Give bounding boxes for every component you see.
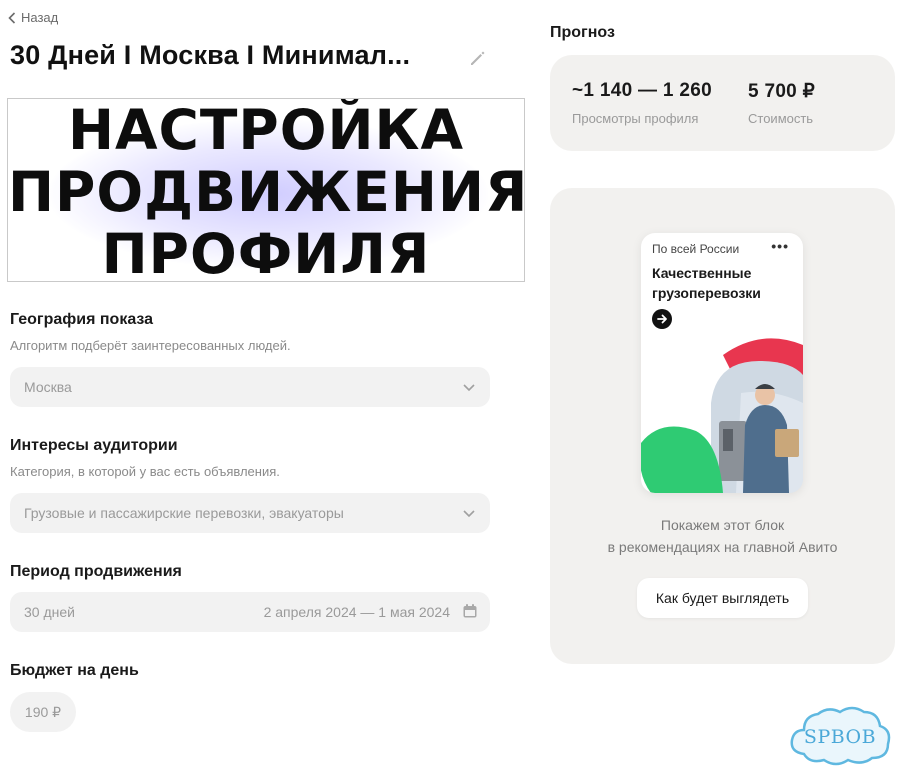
interests-hint: Категория, в которой у вас есть объявлен… bbox=[10, 464, 280, 479]
forecast-card: ~1 140 — 1 260 Просмотры профиля 5 700 ₽… bbox=[550, 55, 895, 151]
chevron-down-icon bbox=[463, 384, 475, 392]
cost-label: Стоимость bbox=[748, 111, 814, 126]
chevron-down-icon bbox=[463, 510, 475, 518]
period-field[interactable]: 30 дней 2 апреля 2024 — 1 мая 2024 bbox=[10, 592, 490, 632]
forecast-title: Прогноз bbox=[550, 24, 615, 41]
promo-banner: НАСТРОЙКА ПРОДВИЖЕНИЯ ПРОФИЛЯ bbox=[7, 98, 525, 282]
calendar-icon bbox=[463, 604, 477, 618]
ad-preview: По всей России ••• Качественные грузопер… bbox=[641, 233, 803, 493]
more-icon: ••• bbox=[771, 238, 789, 254]
budget-input[interactable]: 190 ₽ bbox=[10, 692, 76, 732]
geography-select[interactable]: Москва bbox=[10, 367, 490, 407]
banner-line-1: НАСТРОЙКА bbox=[67, 98, 465, 162]
budget-title: Бюджет на день bbox=[10, 662, 139, 679]
back-label: Назад bbox=[21, 10, 59, 25]
preview-caption-line-2: в рекомендациях на главной Авито bbox=[607, 539, 838, 555]
ad-region: По всей России bbox=[652, 242, 740, 256]
preview-button[interactable]: Как будет выглядеть bbox=[637, 578, 808, 618]
interests-select[interactable]: Грузовые и пассажирские перевозки, эваку… bbox=[10, 493, 490, 533]
ad-title: Качественные грузоперевозки bbox=[652, 265, 761, 301]
period-title: Период продвижения bbox=[10, 563, 182, 580]
interests-title: Интересы аудитории bbox=[10, 437, 178, 454]
preview-caption: Покажем этот блок в рекомендациях на гла… bbox=[550, 514, 895, 558]
views-label: Просмотры профиля bbox=[572, 111, 699, 126]
pencil-icon[interactable] bbox=[468, 48, 488, 68]
banner-line-2: ПРОДВИЖЕНИЯ bbox=[8, 160, 525, 224]
watermark-text: SPBOB bbox=[803, 726, 877, 748]
interests-value: Грузовые и пассажирские перевозки, эваку… bbox=[24, 505, 344, 521]
back-link[interactable]: Назад bbox=[8, 10, 58, 25]
geography-value: Москва bbox=[24, 379, 72, 395]
chevron-left-icon bbox=[8, 11, 16, 24]
geography-title: География показа bbox=[10, 311, 154, 328]
arrow-right-icon bbox=[652, 309, 672, 329]
views-value: ~1 140 — 1 260 bbox=[572, 80, 712, 101]
banner-line-3: ПРОФИЛЯ bbox=[101, 222, 431, 282]
period-range: 2 апреля 2024 — 1 мая 2024 bbox=[263, 604, 450, 620]
page-title: 30 Дней I Москва I Минимал... bbox=[10, 40, 411, 70]
preview-caption-line-1: Покажем этот блок bbox=[660, 517, 785, 533]
ad-illustration bbox=[641, 338, 803, 493]
preview-card: По всей России ••• Качественные грузопер… bbox=[550, 188, 895, 664]
cost-value: 5 700 ₽ bbox=[748, 81, 816, 102]
geography-hint: Алгоритм подберёт заинтересованных людей… bbox=[10, 338, 291, 353]
period-value: 30 дней bbox=[24, 604, 75, 620]
